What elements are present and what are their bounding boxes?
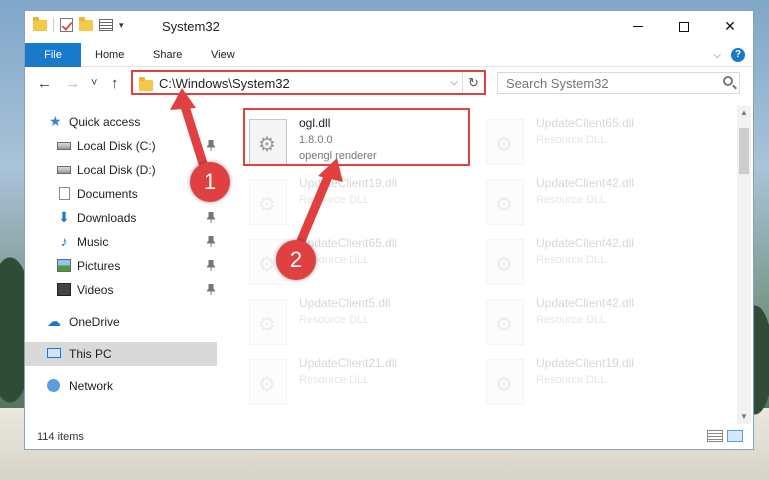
annotation-arrows bbox=[170, 88, 343, 253]
callout-badge: 1 bbox=[190, 162, 230, 202]
arrow-1 bbox=[178, 95, 210, 175]
arrow-1-head bbox=[170, 88, 196, 110]
callout-badge: 2 bbox=[276, 240, 316, 280]
arrow-2 bbox=[293, 167, 335, 253]
arrow-2-head bbox=[318, 158, 343, 182]
